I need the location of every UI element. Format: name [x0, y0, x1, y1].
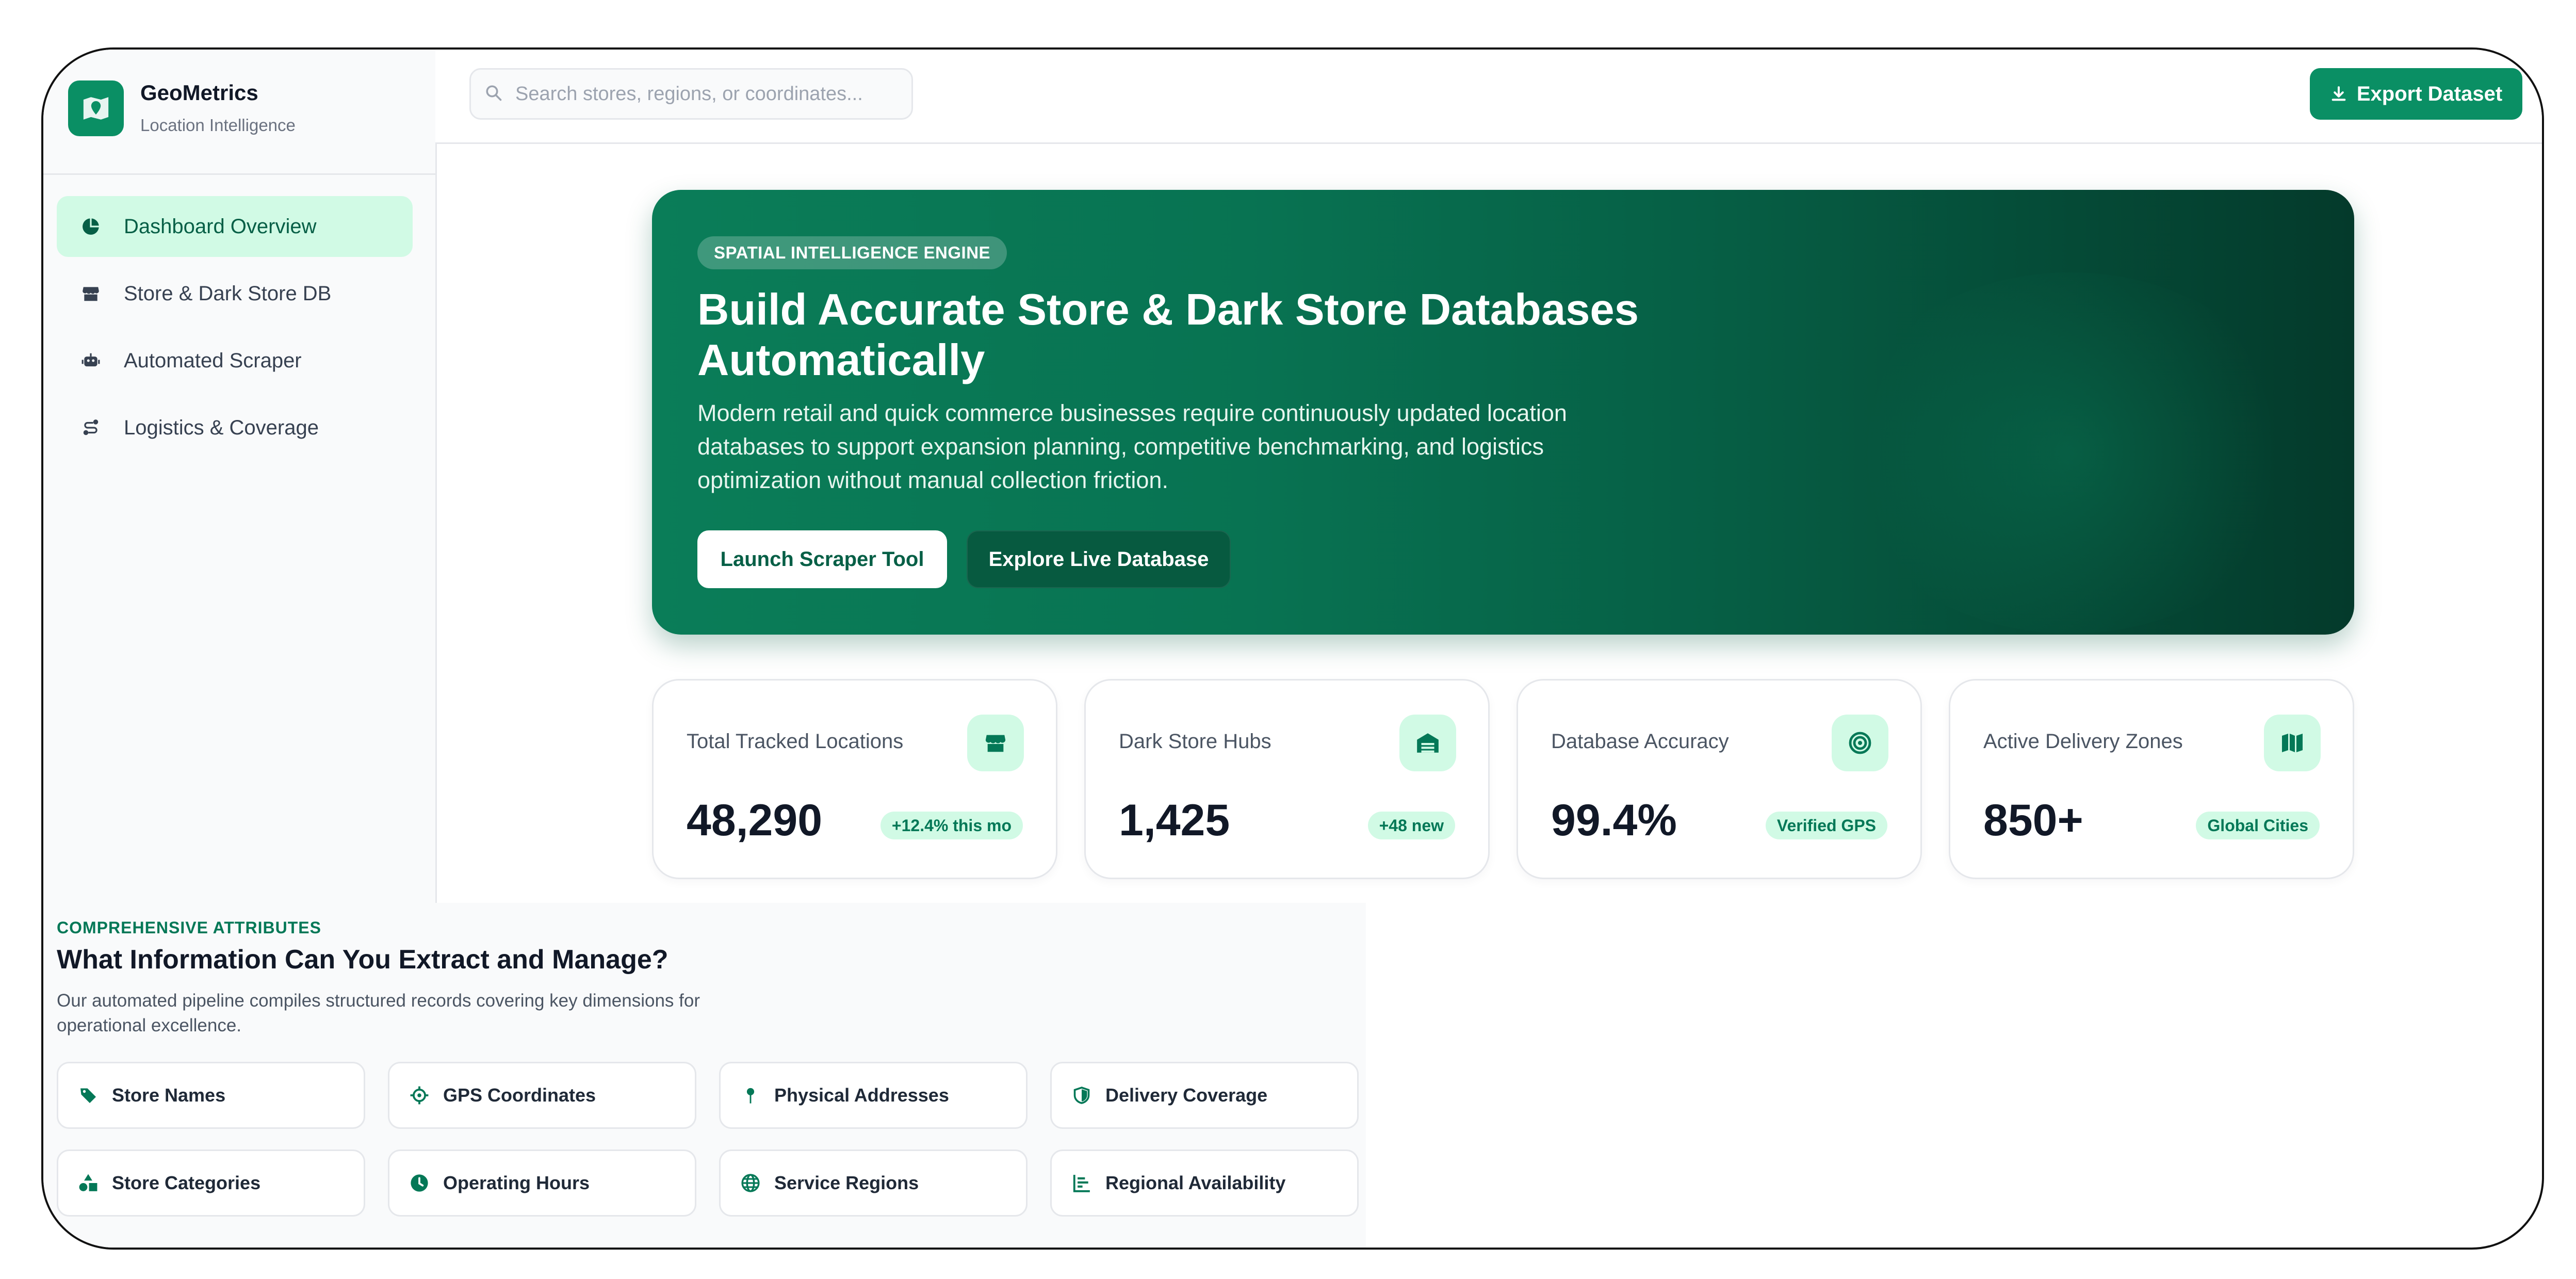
attribute-physical-addresses[interactable]: Physical Addresses: [719, 1062, 1028, 1129]
globe-icon: [740, 1173, 761, 1193]
search-input[interactable]: [514, 82, 898, 106]
attribute-delivery-coverage[interactable]: Delivery Coverage: [1050, 1062, 1359, 1129]
stat-card-total-locations: Total Tracked Locations 48,290 +12.4% th…: [652, 679, 1057, 879]
crosshair-icon: [409, 1085, 430, 1106]
bar-chart-icon: [1071, 1173, 1092, 1193]
sidebar-item-dashboard-overview[interactable]: Dashboard Overview: [57, 196, 413, 257]
stat-value: 99.4%: [1551, 796, 1677, 845]
attribute-service-regions[interactable]: Service Regions: [719, 1150, 1028, 1217]
search-box[interactable]: [469, 68, 913, 120]
topbar: Export Dataset: [435, 50, 2542, 144]
hero-glow: [1838, 272, 2303, 634]
store-icon: [79, 282, 102, 305]
sidebar: GeoMetrics Location Intelligence Dashboa…: [43, 50, 437, 903]
attribute-label: Regional Availability: [1105, 1172, 1286, 1193]
stat-badge: Verified GPS: [1765, 812, 1887, 839]
stat-label: Dark Store Hubs: [1119, 730, 1271, 753]
app-window: GeoMetrics Location Intelligence Dashboa…: [41, 47, 2544, 1250]
stat-badge: +48 new: [1367, 812, 1455, 839]
chart-pie-icon: [79, 215, 102, 238]
attribute-operating-hours[interactable]: Operating Hours: [388, 1150, 696, 1217]
sidebar-item-logistics-coverage[interactable]: Logistics & Coverage: [57, 397, 413, 458]
explore-database-button[interactable]: Explore Live Database: [967, 530, 1231, 588]
stat-value: 1,425: [1119, 796, 1230, 845]
stat-value: 850+: [1983, 796, 2083, 845]
stat-badge: +12.4% this mo: [880, 812, 1023, 839]
attribute-regional-availability[interactable]: Regional Availability: [1050, 1150, 1359, 1217]
attribute-label: Service Regions: [774, 1172, 919, 1193]
clock-icon: [409, 1173, 430, 1193]
hero-banner: SPATIAL INTELLIGENCE ENGINE Build Accura…: [652, 190, 2354, 635]
attribute-label: Delivery Coverage: [1105, 1084, 1268, 1106]
stat-card-database-accuracy: Database Accuracy 99.4% Verified GPS: [1517, 679, 1922, 879]
map-pin-icon: [740, 1085, 761, 1106]
brand-name: GeoMetrics: [140, 80, 258, 105]
attribute-label: Store Names: [112, 1084, 226, 1106]
section-eyebrow: COMPREHENSIVE ATTRIBUTES: [57, 918, 321, 937]
stat-card-delivery-zones: Active Delivery Zones 850+ Global Cities: [1949, 679, 2354, 879]
hero-tag: SPATIAL INTELLIGENCE ENGINE: [697, 236, 1007, 269]
stat-label: Database Accuracy: [1551, 730, 1729, 753]
attribute-gps-coordinates[interactable]: GPS Coordinates: [388, 1062, 696, 1129]
attribute-label: Operating Hours: [443, 1172, 590, 1193]
brand-tagline: Location Intelligence: [140, 116, 296, 135]
map-icon: [2264, 715, 2321, 771]
robot-icon: [79, 349, 102, 372]
stat-value: 48,290: [687, 796, 823, 845]
brand-header: GeoMetrics Location Intelligence: [43, 50, 435, 175]
attribute-label: GPS Coordinates: [443, 1084, 596, 1106]
search-icon: [484, 84, 503, 105]
stat-label: Active Delivery Zones: [1983, 730, 2183, 753]
stat-card-dark-store-hubs: Dark Store Hubs 1,425 +48 new: [1084, 679, 1490, 879]
sidebar-item-label: Automated Scraper: [124, 349, 302, 372]
tag-icon: [78, 1085, 99, 1106]
download-icon: [2332, 86, 2346, 101]
attribute-label: Store Categories: [112, 1172, 261, 1193]
sidebar-item-store-db[interactable]: Store & Dark Store DB: [57, 263, 413, 324]
map-pin-icon[interactable]: [68, 80, 124, 136]
export-dataset-button[interactable]: Export Dataset: [2310, 68, 2522, 120]
section-description: Our automated pipeline compiles structur…: [57, 991, 700, 1035]
attribute-store-categories[interactable]: Store Categories: [57, 1150, 365, 1217]
store-icon: [967, 715, 1024, 771]
launch-scraper-button[interactable]: Launch Scraper Tool: [697, 530, 947, 588]
sidebar-nav: Dashboard Overview Store & Dark Store DB…: [57, 196, 413, 464]
sidebar-item-label: Store & Dark Store DB: [124, 282, 332, 305]
attributes-section: COMPREHENSIVE ATTRIBUTES What Informatio…: [43, 903, 1366, 1248]
target-icon: [1832, 715, 1888, 771]
sidebar-item-label: Logistics & Coverage: [124, 416, 319, 439]
attribute-store-names[interactable]: Store Names: [57, 1062, 365, 1129]
section-title: What Information Can You Extract and Man…: [57, 945, 669, 975]
stat-label: Total Tracked Locations: [687, 730, 904, 753]
sidebar-item-label: Dashboard Overview: [124, 215, 317, 238]
attribute-label: Physical Addresses: [774, 1084, 949, 1106]
sidebar-item-automated-scraper[interactable]: Automated Scraper: [57, 330, 413, 391]
route-icon: [79, 416, 102, 439]
export-button-label: Export Dataset: [2356, 82, 2503, 105]
warehouse-icon: [1399, 715, 1456, 771]
hero-title: Build Accurate Store & Dark Store Databa…: [697, 285, 1639, 385]
stat-badge: Global Cities: [2196, 812, 2320, 839]
shapes-icon: [78, 1173, 99, 1193]
shield-icon: [1071, 1085, 1092, 1106]
hero-description: Modern retail and quick commerce busines…: [697, 400, 1567, 493]
